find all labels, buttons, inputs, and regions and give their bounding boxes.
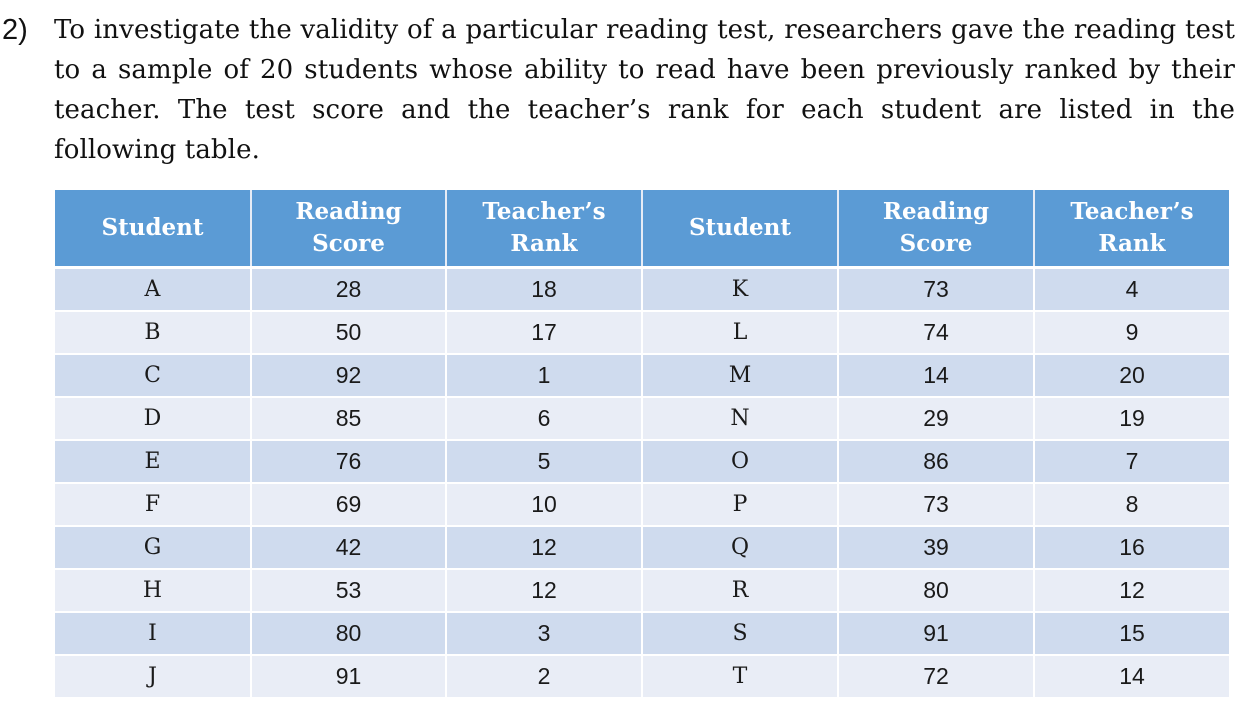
header-label-line2: Score: [312, 230, 385, 257]
teacher-rank-cell: 8: [1034, 483, 1229, 527]
header-label-line1: Reading: [882, 198, 990, 225]
reading-score-cell: 80: [838, 569, 1035, 613]
reading-score-cell: 50: [251, 311, 447, 355]
teacher-rank-cell: 12: [446, 526, 643, 570]
student-name-cell: H: [55, 569, 252, 613]
table-row: J 91 2 T 72 14: [55, 655, 1229, 699]
table-row: I 80 3 S 91 15: [55, 612, 1229, 656]
teacher-rank-cell: 7: [1034, 440, 1229, 484]
header-student-right: Student: [642, 190, 839, 269]
teacher-rank-cell: 9: [1034, 311, 1229, 355]
teacher-rank-cell: 19: [1034, 397, 1229, 441]
student-name-cell: S: [642, 612, 839, 656]
table-row: F 69 10 P 73 8: [55, 483, 1229, 527]
table-row: D 85 6 N 29 19: [55, 397, 1229, 441]
header-label-line1: Student: [101, 214, 204, 241]
teacher-rank-cell: 1: [446, 354, 643, 398]
reading-score-cell: 91: [251, 655, 447, 699]
reading-score-cell: 73: [838, 267, 1035, 312]
reading-score-cell: 53: [251, 569, 447, 613]
student-name-cell: A: [55, 267, 252, 312]
teacher-rank-cell: 18: [446, 267, 643, 312]
header-teacher-rank-right: Teacher’s Rank: [1034, 190, 1229, 269]
header-student-left: Student: [55, 190, 252, 269]
header-label-line1: Student: [688, 214, 792, 241]
teacher-rank-cell: 20: [1034, 354, 1229, 398]
scores-table: Student Reading Score Teacher’s Rank Student R…: [55, 190, 1229, 699]
student-name-cell: E: [55, 440, 252, 484]
header-label-line1: Reading: [295, 198, 402, 225]
reading-score-cell: 29: [838, 397, 1035, 441]
teacher-rank-cell: 6: [446, 397, 643, 441]
header-teacher-rank-left: Teacher’s Rank: [446, 190, 643, 269]
reading-score-cell: 91: [838, 612, 1035, 656]
teacher-rank-cell: 15: [1034, 612, 1229, 656]
teacher-rank-cell: 4: [1034, 267, 1229, 312]
student-name-cell: R: [642, 569, 839, 613]
question-text: To investigate the validity of a particu…: [54, 15, 1235, 165]
teacher-rank-cell: 14: [1034, 655, 1229, 699]
student-name-cell: J: [55, 655, 252, 699]
table-row: C 92 1 M 14 20: [55, 354, 1229, 398]
student-name-cell: P: [642, 483, 839, 527]
reading-score-cell: 14: [838, 354, 1035, 398]
teacher-rank-cell: 2: [446, 655, 643, 699]
reading-score-cell: 86: [838, 440, 1035, 484]
header-label-line1: Teacher’s: [1070, 198, 1194, 225]
reading-score-cell: 72: [838, 655, 1035, 699]
reading-score-cell: 69: [251, 483, 447, 527]
student-name-cell: O: [642, 440, 839, 484]
student-name-cell: C: [55, 354, 252, 398]
header-reading-score-left: Reading Score: [251, 190, 447, 269]
student-name-cell: K: [642, 267, 839, 312]
header-label-line2: Rank: [510, 230, 578, 257]
teacher-rank-cell: 12: [446, 569, 643, 613]
table-row: H 53 12 R 80 12: [55, 569, 1229, 613]
reading-score-cell: 80: [251, 612, 447, 656]
question: 2) To investigate the validity of a part…: [0, 10, 1235, 170]
question-number: 2): [2, 14, 28, 46]
student-name-cell: D: [55, 397, 252, 441]
reading-score-cell: 39: [838, 526, 1035, 570]
teacher-rank-cell: 17: [446, 311, 643, 355]
table-row: E 76 5 O 86 7: [55, 440, 1229, 484]
reading-score-cell: 73: [838, 483, 1035, 527]
teacher-rank-cell: 3: [446, 612, 643, 656]
header-reading-score-right: Reading Score: [838, 190, 1035, 269]
reading-score-cell: 92: [251, 354, 447, 398]
table-header-row: Student Reading Score Teacher’s Rank Student R…: [55, 190, 1229, 269]
teacher-rank-cell: 10: [446, 483, 643, 527]
table-row: G 42 12 Q 39 16: [55, 526, 1229, 570]
student-name-cell: F: [55, 483, 252, 527]
student-name-cell: Q: [642, 526, 839, 570]
reading-score-cell: 28: [251, 267, 447, 312]
student-name-cell: I: [55, 612, 252, 656]
student-name-cell: M: [642, 354, 839, 398]
student-name-cell: L: [642, 311, 839, 355]
student-name-cell: T: [642, 655, 839, 699]
teacher-rank-cell: 5: [446, 440, 643, 484]
student-name-cell: N: [642, 397, 839, 441]
teacher-rank-cell: 16: [1034, 526, 1229, 570]
reading-score-cell: 74: [838, 311, 1035, 355]
table-body: A 28 18 K 73 4 B 50 17 L 74 9 C 92 1 M 14 20 D 85 6 N 29 19 E 76 5…: [55, 267, 1229, 699]
reading-score-cell: 76: [251, 440, 447, 484]
table-row: B 50 17 L 74 9: [55, 311, 1229, 355]
header-label-line2: Rank: [1098, 230, 1166, 257]
teacher-rank-cell: 12: [1034, 569, 1229, 613]
student-name-cell: B: [55, 311, 252, 355]
header-label-line2: Score: [899, 230, 973, 257]
student-name-cell: G: [55, 526, 252, 570]
table-row: A 28 18 K 73 4: [55, 267, 1229, 312]
reading-score-cell: 42: [251, 526, 447, 570]
header-label-line1: Teacher’s: [482, 198, 606, 225]
reading-score-cell: 85: [251, 397, 447, 441]
